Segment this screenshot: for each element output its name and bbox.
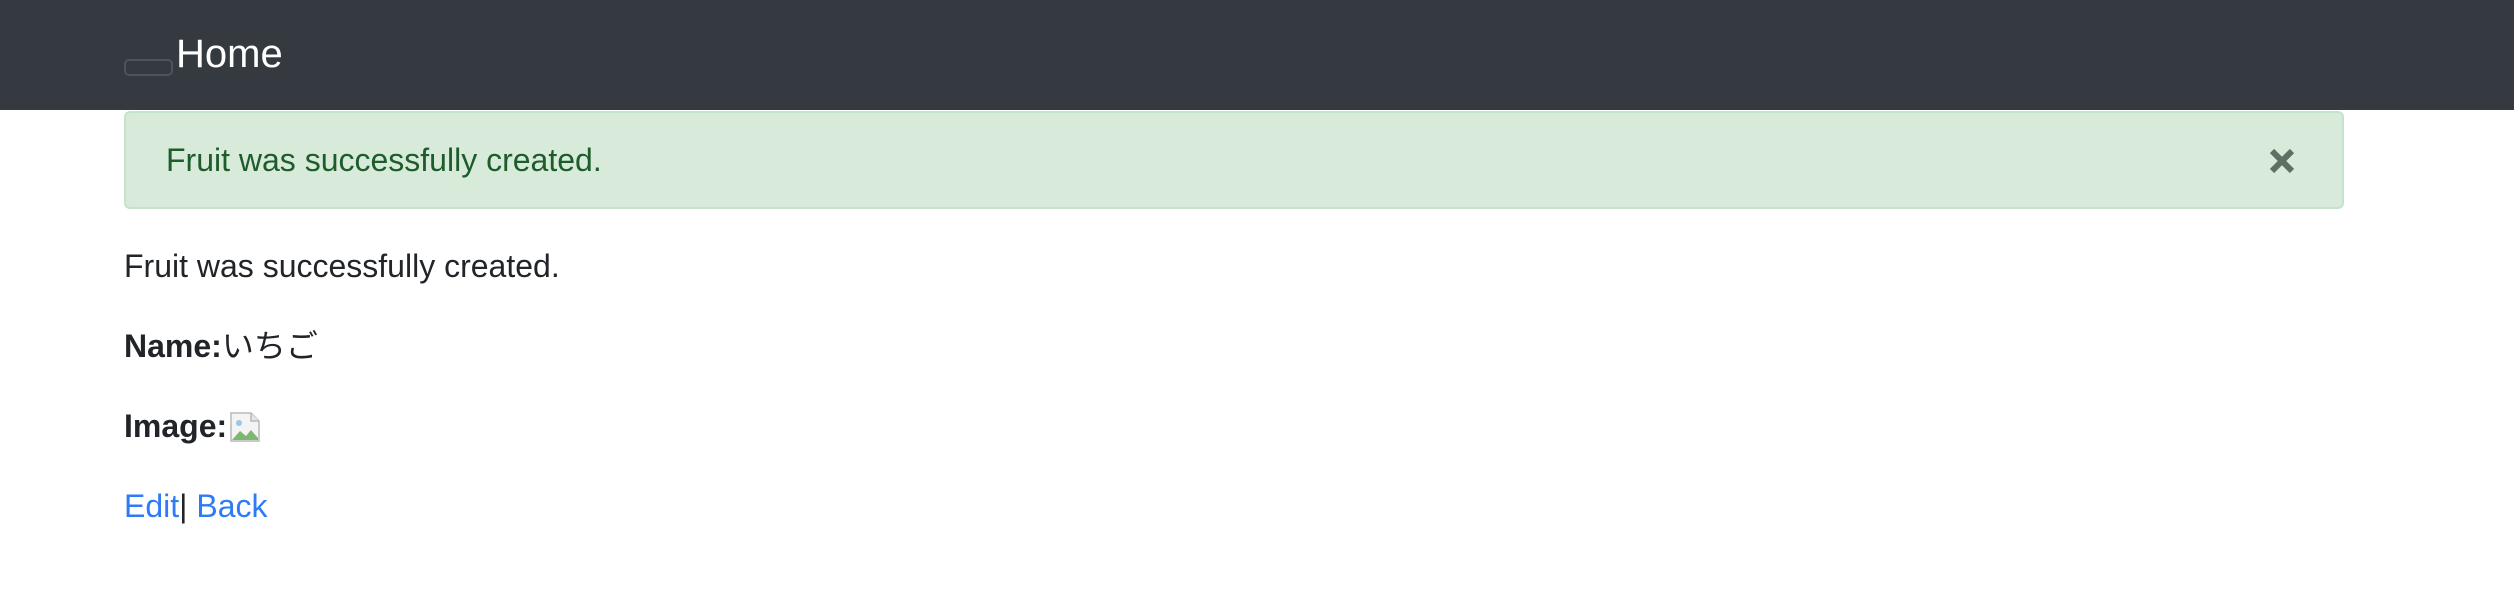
name-value: いちご	[221, 328, 318, 364]
navbar-brand-home-link[interactable]: Home	[176, 29, 283, 79]
broken-image-icon	[229, 411, 261, 443]
edit-link[interactable]: Edit	[124, 488, 179, 524]
link-separator: |	[179, 488, 188, 524]
name-label: Name:	[124, 328, 222, 364]
name-field: Name:いちご	[124, 326, 318, 366]
close-icon	[2269, 148, 2295, 174]
navbar-toggler-button[interactable]	[124, 59, 173, 76]
alert-message: Fruit was successfully created.	[166, 142, 602, 178]
back-link[interactable]: Back	[196, 488, 267, 524]
image-field: Image:	[124, 406, 261, 446]
alert-close-button[interactable]	[2262, 138, 2302, 182]
navbar: Home	[0, 0, 2514, 110]
action-links: Edit| Back	[124, 486, 267, 526]
image-label: Image:	[124, 408, 228, 444]
notice-text: Fruit was successfully created.	[124, 248, 560, 284]
success-alert: Fruit was successfully created.	[124, 111, 2344, 209]
